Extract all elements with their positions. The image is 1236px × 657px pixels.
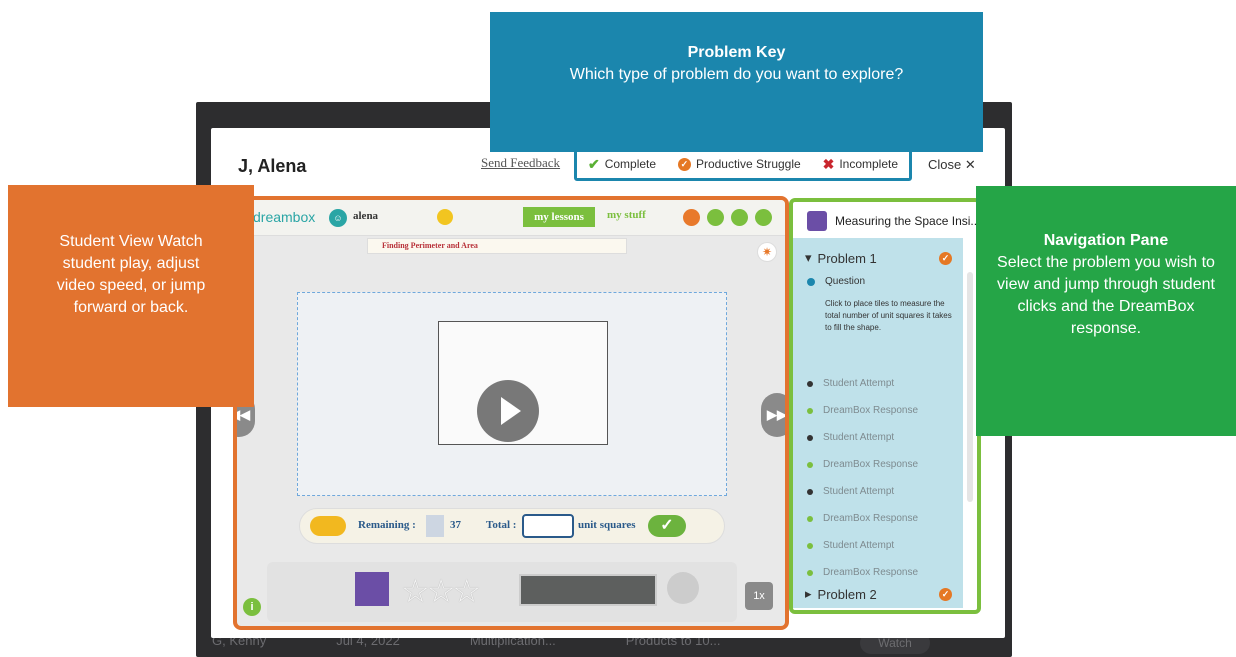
question-text: Click to place tiles to measure the tota…: [825, 299, 952, 332]
unit-label: unit squares: [578, 519, 636, 531]
navigation-pane-body: Select the problem you wish to view and …: [997, 254, 1215, 337]
step-dot: [807, 461, 813, 468]
total-input[interactable]: [522, 514, 574, 538]
step-dot: [807, 515, 813, 522]
my-stuff-tab[interactable]: my stuff: [607, 209, 646, 221]
progress-screen: [519, 574, 657, 606]
step-dot: [807, 277, 815, 286]
undo-button[interactable]: [310, 516, 346, 536]
hint-icon[interactable]: ✷: [757, 242, 777, 262]
problem-key-title: Problem Key: [687, 44, 786, 61]
step-dot: [807, 542, 813, 549]
info-icon[interactable]: i: [243, 598, 261, 616]
step-label: DreamBox Response: [823, 567, 919, 578]
screen: G, Kenny Jul 4, 2022 Multiplication... P…: [0, 0, 1236, 657]
chevron-right-icon: ▸: [805, 586, 812, 601]
step-dot: [807, 407, 813, 414]
step-dot: [807, 434, 813, 441]
step-item[interactable]: Student Attempt: [807, 432, 894, 443]
step-item[interactable]: DreamBox Response: [807, 405, 918, 416]
lesson-icon: [807, 211, 827, 231]
step-item[interactable]: DreamBox Response: [807, 513, 918, 524]
student-name: J, Alena: [238, 156, 307, 176]
lesson-title: Measuring the Space Insi...: [835, 214, 977, 228]
coin-icon: [437, 209, 453, 225]
step-label: Student Attempt: [823, 486, 895, 497]
question-step[interactable]: Question: [807, 276, 865, 287]
step-dot: [807, 488, 813, 495]
struggle-icon: ✓: [939, 252, 952, 265]
struggle-icon: ✓: [677, 157, 691, 171]
x-icon: ✖: [822, 155, 835, 172]
play-button[interactable]: [477, 380, 539, 442]
step-item[interactable]: DreamBox Response: [807, 567, 918, 578]
dreambox-username: alena: [353, 210, 379, 222]
dial-icon: [667, 572, 699, 604]
student-view-body: Student View Watch student play, adjust …: [56, 233, 206, 316]
step-item[interactable]: DreamBox Response: [807, 459, 918, 470]
refresh-icon[interactable]: [683, 209, 700, 226]
problem-key-callout: Problem Key Which type of problem do you…: [490, 12, 983, 152]
remaining-value: 37: [450, 519, 461, 531]
playback-speed-button[interactable]: 1x: [745, 582, 773, 610]
student-view-callout: Student View Watch student play, adjust …: [8, 185, 254, 407]
jump-forward-button[interactable]: ▶▶: [761, 393, 785, 437]
close-button[interactable]: Close ✕: [928, 157, 976, 173]
pause-icon[interactable]: [731, 209, 748, 226]
step-label: DreamBox Response: [823, 513, 919, 524]
problem-2-label: Problem 2: [817, 586, 877, 602]
legend-struggle-label: Productive Struggle: [695, 157, 801, 171]
problem-1-label: Problem 1: [817, 250, 877, 266]
lesson-ribbon: Finding Perimeter and Area: [367, 238, 627, 254]
step-label: Student Attempt: [823, 378, 895, 389]
navigation-pane: Measuring the Space Insi... ▾ Problem 1 …: [789, 198, 981, 614]
dreambox-logo: dreambox: [253, 209, 316, 225]
total-label: Total :: [486, 519, 517, 531]
answer-bar: Remaining : 37 Total : unit squares ✓: [299, 508, 725, 544]
struggle-icon: ✓: [939, 588, 952, 601]
legend-incomplete-label: Incomplete: [839, 157, 899, 171]
lesson-header: Measuring the Space Insi...: [793, 206, 977, 236]
problem-1-toggle[interactable]: ▾ Problem 1 ✓: [805, 250, 952, 266]
my-lessons-tab[interactable]: my lessons: [523, 207, 595, 227]
sound-icon[interactable]: [707, 209, 724, 226]
legend-complete-label: Complete: [604, 157, 657, 171]
question-label: Question: [825, 276, 866, 287]
remaining-tile: [426, 515, 444, 537]
chevron-down-icon: ▾: [805, 250, 812, 265]
legend-complete[interactable]: ✔ Complete: [588, 156, 656, 173]
navigation-pane-title: Navigation Pane: [1043, 232, 1169, 249]
step-dot: [807, 569, 813, 576]
problem-2-toggle[interactable]: ▸ Problem 2 ✓: [805, 586, 952, 602]
problem-list: ▾ Problem 1 ✓ Question Student Attempt D…: [793, 238, 963, 608]
remaining-label: Remaining :: [358, 519, 416, 531]
send-feedback-link[interactable]: Send Feedback: [481, 155, 560, 171]
legend-productive-struggle[interactable]: ✓ Productive Struggle: [677, 157, 801, 171]
step-item[interactable]: Student Attempt: [807, 486, 894, 497]
dreambox-topbar: dreambox ☺ alena my lessons my stuff: [237, 200, 785, 236]
exit-icon[interactable]: [755, 209, 772, 226]
problem-key-legend: ✔ Complete ✓ Productive Struggle ✖ Incom…: [574, 147, 912, 181]
step-dot: [807, 380, 813, 387]
step-label: Student Attempt: [823, 432, 895, 443]
check-icon: ✔: [587, 155, 600, 172]
submit-check-button[interactable]: ✓: [648, 515, 686, 537]
star-rating: ☆☆☆: [401, 573, 481, 609]
step-label: DreamBox Response: [823, 405, 919, 416]
lesson-badge-icon: [355, 572, 389, 606]
legend-incomplete[interactable]: ✖ Incomplete: [823, 156, 898, 173]
step-item[interactable]: Student Attempt: [807, 540, 894, 551]
reward-tray: ☆☆☆: [267, 562, 737, 622]
nav-scrollbar[interactable]: [967, 272, 973, 502]
step-item[interactable]: Student Attempt: [807, 378, 894, 389]
step-label: DreamBox Response: [823, 459, 919, 470]
avatar: ☺: [329, 209, 347, 227]
student-view-panel: dreambox ☺ alena my lessons my stuff Fin…: [233, 196, 789, 630]
step-label: Student Attempt: [823, 540, 895, 551]
problem-key-body: Which type of problem do you want to exp…: [569, 66, 904, 83]
navigation-pane-callout: Navigation Pane Select the problem you w…: [976, 186, 1236, 436]
